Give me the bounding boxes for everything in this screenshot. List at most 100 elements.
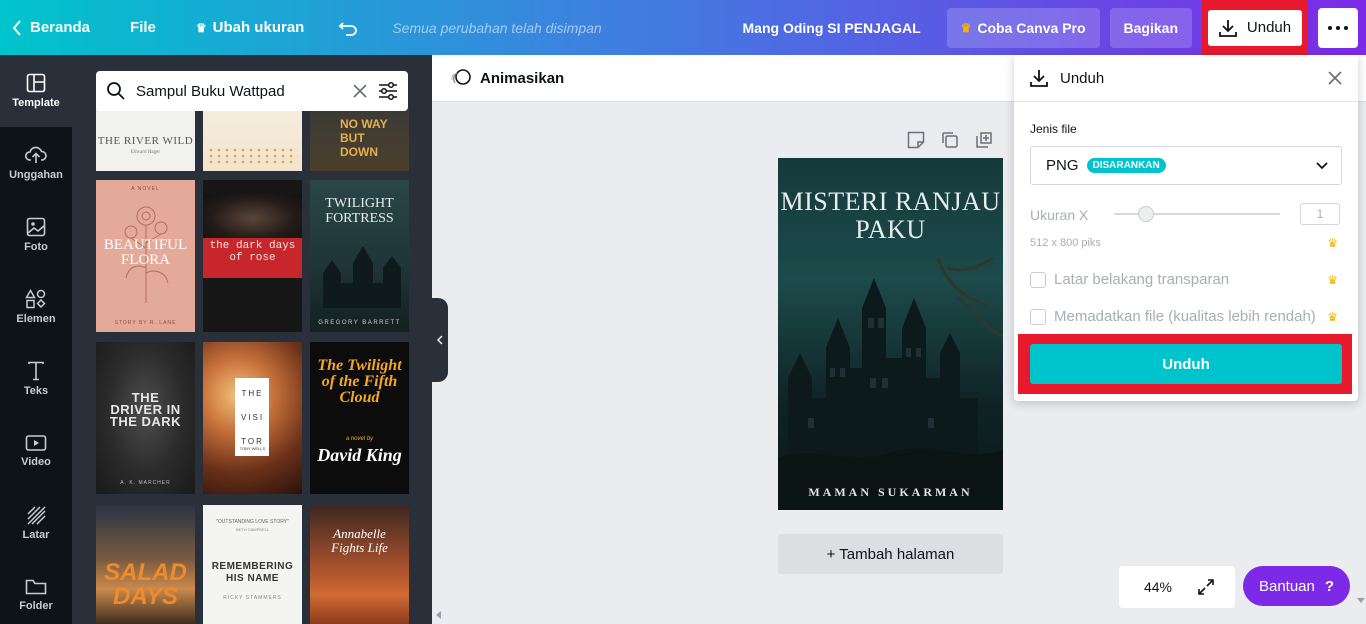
template-thumbnail[interactable]: the dark days of rose <box>203 180 302 332</box>
size-label: Ukuran X <box>1030 207 1089 223</box>
crown-icon: ♛ <box>1327 310 1338 324</box>
template-thumbnail[interactable]: THE VISI TOR TOBY WELLS <box>203 342 302 494</box>
sidebar-item-photos[interactable]: Foto <box>0 199 72 271</box>
collapse-panel-button[interactable] <box>432 298 448 382</box>
transparent-bg-option[interactable]: Latar belakang transparan <box>1030 271 1229 288</box>
design-canvas[interactable]: MISTERI RANJAU PAKU MAMAN SUKARMAN <box>778 158 1003 510</box>
help-button[interactable]: Bantuan ? <box>1243 566 1350 606</box>
compress-option[interactable]: Memadatkan file (kualitas lebih rendah) <box>1030 308 1316 325</box>
sidebar-item-label: Latar <box>22 529 50 541</box>
scroll-left-icon[interactable] <box>436 611 442 619</box>
search-icon <box>107 82 125 100</box>
template-thumbnail[interactable] <box>203 107 302 171</box>
download-highlight: Unduh <box>1202 0 1308 55</box>
file-type-select[interactable]: PNG DISARANKAN <box>1030 146 1342 185</box>
download-panel-header: Unduh <box>1014 55 1358 102</box>
try-pro-label: Coba Canva Pro <box>977 19 1086 36</box>
chevron-left-icon <box>437 335 443 345</box>
sidebar-item-background[interactable]: Latar <box>0 487 72 559</box>
template-icon <box>26 73 46 93</box>
upload-icon <box>25 146 47 163</box>
cover-photo <box>203 194 302 238</box>
download-icon <box>1218 19 1237 37</box>
cover-title: THE DRIVER IN THE DARK <box>109 390 182 429</box>
try-pro-button[interactable]: ♛ Coba Canva Pro <box>946 7 1100 48</box>
animate-icon <box>451 69 471 85</box>
file-menu[interactable]: File <box>102 0 168 55</box>
cover-top-text: "OUTSTANDING LOVE STORY" <box>216 519 289 525</box>
zoom-value[interactable]: 44% <box>1119 579 1197 595</box>
dimensions-text: 512 x 800 piks <box>1030 237 1101 249</box>
sidebar-item-template[interactable]: Template <box>0 55 72 127</box>
sidebar-item-uploads[interactable]: Unggahan <box>0 127 72 199</box>
cover-title: BEAUTIFUL FLORA <box>103 237 188 268</box>
sidebar-item-video[interactable]: Video <box>0 415 72 487</box>
clear-icon[interactable] <box>352 83 368 99</box>
transparent-bg-label: Latar belakang transparan <box>1054 271 1230 288</box>
duplicate-page-icon[interactable] <box>940 130 960 150</box>
template-thumbnail[interactable]: THE RIVER WILD Edward Hager <box>96 107 195 171</box>
zoom-control[interactable]: 44% <box>1119 566 1235 608</box>
cover-title: THE VISI TOR <box>240 389 265 446</box>
download-label: Unduh <box>1246 19 1292 36</box>
photo-icon <box>26 217 46 237</box>
cover-author: David King <box>317 445 402 465</box>
text-icon <box>28 361 44 381</box>
template-thumbnail[interactable]: The Twilight of the Fifth Cloud a novel … <box>310 342 409 494</box>
filter-icon[interactable] <box>378 81 398 101</box>
page-controls <box>906 130 994 150</box>
cover-subtitle: a novel by <box>345 436 374 442</box>
chevron-down-icon <box>1316 162 1328 170</box>
sidebar-item-label: Folder <box>19 600 53 612</box>
template-thumbnail[interactable]: TWILIGHT FORTRESS GREGORY BARRETT <box>310 180 409 332</box>
sidebar-item-text[interactable]: Teks <box>0 343 72 415</box>
more-options-button[interactable] <box>1318 7 1358 48</box>
note-icon[interactable] <box>906 130 926 150</box>
cover-title: the dark days of rose <box>203 238 302 278</box>
resize-button[interactable]: ♛ Ubah ukuran <box>168 0 316 55</box>
sidebar-item-label: Template <box>12 97 60 109</box>
crown-icon: ♛ <box>1327 273 1338 287</box>
template-thumbnail[interactable]: Annabelle Fights Life <box>310 505 409 624</box>
help-question-icon: ? <box>1324 577 1335 595</box>
scroll-down-icon[interactable] <box>1357 598 1365 604</box>
home-button[interactable]: Beranda <box>0 0 102 55</box>
sidebar-item-folder[interactable]: Folder <box>0 559 72 624</box>
add-page-button[interactable]: + Tambah halaman <box>778 534 1003 574</box>
download-panel-title: Unduh <box>1060 69 1105 87</box>
cover-title: Annabelle Fights Life <box>331 526 388 555</box>
cover-bottom-text: RICKY STAMMERS <box>223 595 282 601</box>
animate-button[interactable]: Animasikan <box>480 70 564 87</box>
sidebar-item-elements[interactable]: Elemen <box>0 271 72 343</box>
share-button[interactable]: Bagikan <box>1109 7 1192 48</box>
search-bar[interactable]: Sampul Buku Wattpad <box>96 71 408 111</box>
file-label: File <box>130 19 156 36</box>
size-input[interactable]: 1 <box>1300 203 1340 225</box>
book-title[interactable]: MISTERI RANJAU PAKU <box>778 188 1003 244</box>
template-thumbnail[interactable]: NO WAY BUT DOWN <box>310 107 409 171</box>
template-thumbnail[interactable]: "OUTSTANDING LOVE STORY" BETH CAMPBELL R… <box>203 505 302 624</box>
template-thumbnail[interactable]: SALAD DAYS <box>96 505 195 624</box>
recommended-badge: DISARANKAN <box>1086 158 1166 173</box>
search-input[interactable]: Sampul Buku Wattpad <box>136 83 342 100</box>
cover-decoration <box>207 147 298 165</box>
user-name[interactable]: Mang Oding SI PENJAGAL <box>743 20 921 36</box>
transparent-bg-checkbox[interactable] <box>1030 271 1046 288</box>
horizontal-scrollbar[interactable] <box>432 606 1366 624</box>
help-label: Bantuan <box>1258 577 1315 595</box>
file-type-label: Jenis file <box>1030 122 1077 136</box>
book-author[interactable]: MAMAN SUKARMAN <box>778 485 1003 500</box>
undo-button[interactable] <box>316 0 378 55</box>
add-page-icon[interactable] <box>974 130 994 150</box>
fullscreen-icon[interactable] <box>1197 578 1215 596</box>
download-button[interactable]: Unduh <box>1208 9 1302 46</box>
compress-checkbox[interactable] <box>1030 308 1046 325</box>
template-thumbnail[interactable]: A NOVEL BEAUTIFUL FLORA STORY BY R. LANE <box>96 180 195 332</box>
close-icon[interactable] <box>1328 71 1342 85</box>
template-thumbnail[interactable]: THE DRIVER IN THE DARK A. K. MARCHER <box>96 342 195 494</box>
download-confirm-button[interactable]: Unduh <box>1030 344 1342 384</box>
sidebar-item-label: Foto <box>24 241 48 253</box>
size-slider-handle[interactable] <box>1138 206 1154 222</box>
background-icon <box>27 506 46 525</box>
cover-top-text: A NOVEL <box>131 186 160 192</box>
